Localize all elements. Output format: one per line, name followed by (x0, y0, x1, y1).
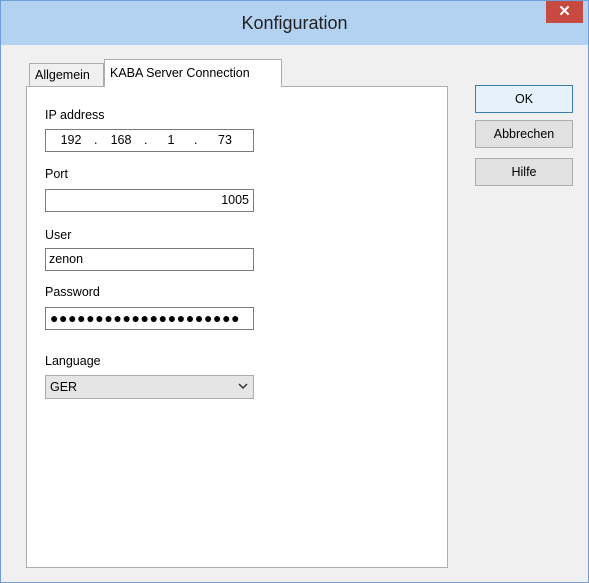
ip-octet-2[interactable]: 168 (106, 130, 136, 151)
ip-separator: . (94, 133, 98, 147)
help-button[interactable]: Hilfe (475, 158, 573, 186)
password-label: Password (45, 285, 100, 299)
ip-octet-3[interactable]: 1 (156, 130, 186, 151)
ip-address-label: IP address (45, 108, 105, 122)
dialog-window: Konfiguration ✕ Allgemein KABA Server Co… (0, 0, 589, 583)
ip-octet-1[interactable]: 192 (56, 130, 86, 151)
ip-octet-4[interactable]: 73 (206, 130, 244, 151)
dialog-body: Allgemein KABA Server Connection IP addr… (8, 45, 580, 575)
ip-separator: . (144, 133, 148, 147)
ip-address-field[interactable]: 192 . 168 . 1 . 73 (45, 129, 254, 152)
password-input[interactable]: ●●●●●●●●●●●●●●●●●●●●● (45, 307, 254, 330)
ip-separator: . (194, 133, 198, 147)
ok-button[interactable]: OK (475, 85, 573, 113)
port-input[interactable]: 1005 (45, 189, 254, 212)
window-title: Konfiguration (241, 13, 348, 33)
tab-allgemein[interactable]: Allgemein (29, 63, 104, 86)
title-bar[interactable]: Konfiguration ✕ (1, 1, 588, 45)
close-button[interactable]: ✕ (546, 1, 583, 23)
chevron-down-icon (238, 383, 248, 390)
user-input[interactable]: zenon (45, 248, 254, 271)
language-select[interactable]: GER (45, 375, 254, 399)
language-label: Language (45, 354, 101, 368)
cancel-button[interactable]: Abbrechen (475, 120, 573, 148)
language-selected-value: GER (50, 380, 78, 394)
tab-panel: IP address 192 . 168 . 1 . 73 Port 1005 … (26, 86, 448, 568)
password-mask: ●●●●●●●●●●●●●●●●●●●●● (50, 310, 241, 326)
user-label: User (45, 228, 72, 242)
tab-kaba-server-connection[interactable]: KABA Server Connection (104, 59, 282, 87)
close-icon: ✕ (558, 3, 571, 20)
port-label: Port (45, 167, 68, 181)
